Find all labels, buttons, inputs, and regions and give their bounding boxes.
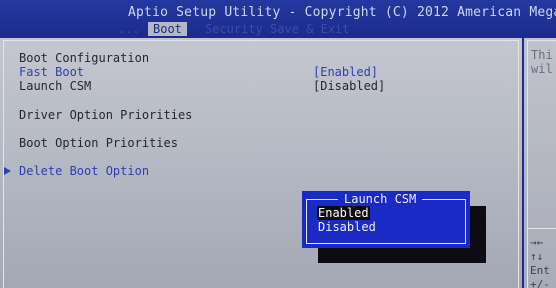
popup-option-disabled[interactable]: Disabled <box>317 220 377 234</box>
delete-boot-option-item[interactable]: Delete Boot Option <box>19 164 149 178</box>
boot-option-priorities-item[interactable]: Boot Option Priorities <box>19 136 178 150</box>
left-right-keys-hint: →← <box>530 236 544 249</box>
tab-previous[interactable]: ... <box>118 22 140 36</box>
popup-title: Launch CSM <box>338 192 423 206</box>
driver-option-priorities-item[interactable]: Driver Option Priorities <box>19 108 192 122</box>
tab-boot[interactable]: Boot <box>148 22 187 36</box>
launch-csm-popup: Launch CSM Enabled Disabled <box>302 191 470 248</box>
tab-security-save-exit[interactable]: Security Save & Exit <box>205 22 350 36</box>
bios-screen: Aptio Setup Utility - Copyright (C) 2012… <box>0 0 556 288</box>
submenu-arrow-icon <box>4 167 11 175</box>
enter-key-hint: Ent <box>530 264 550 277</box>
window-title: Aptio Setup Utility - Copyright (C) 2012… <box>128 5 556 20</box>
launch-csm-value[interactable]: [Disabled] <box>313 79 385 93</box>
fast-boot-option[interactable]: Fast Boot <box>19 65 84 79</box>
boot-configuration-heading: Boot Configuration <box>19 51 150 65</box>
plus-minus-keys-hint: +/- <box>530 278 550 288</box>
launch-csm-option[interactable]: Launch CSM <box>19 79 91 93</box>
fast-boot-value[interactable]: [Enabled] <box>313 65 378 79</box>
help-text-line-1: Thi <box>531 48 553 62</box>
popup-option-enabled[interactable]: Enabled <box>317 206 370 220</box>
help-divider <box>528 228 556 229</box>
menu-tabs: ... Boot Security Save & Exit <box>0 22 556 36</box>
up-down-keys-hint: ↑↓ <box>530 250 544 263</box>
help-text-line-2: wil <box>531 62 553 76</box>
